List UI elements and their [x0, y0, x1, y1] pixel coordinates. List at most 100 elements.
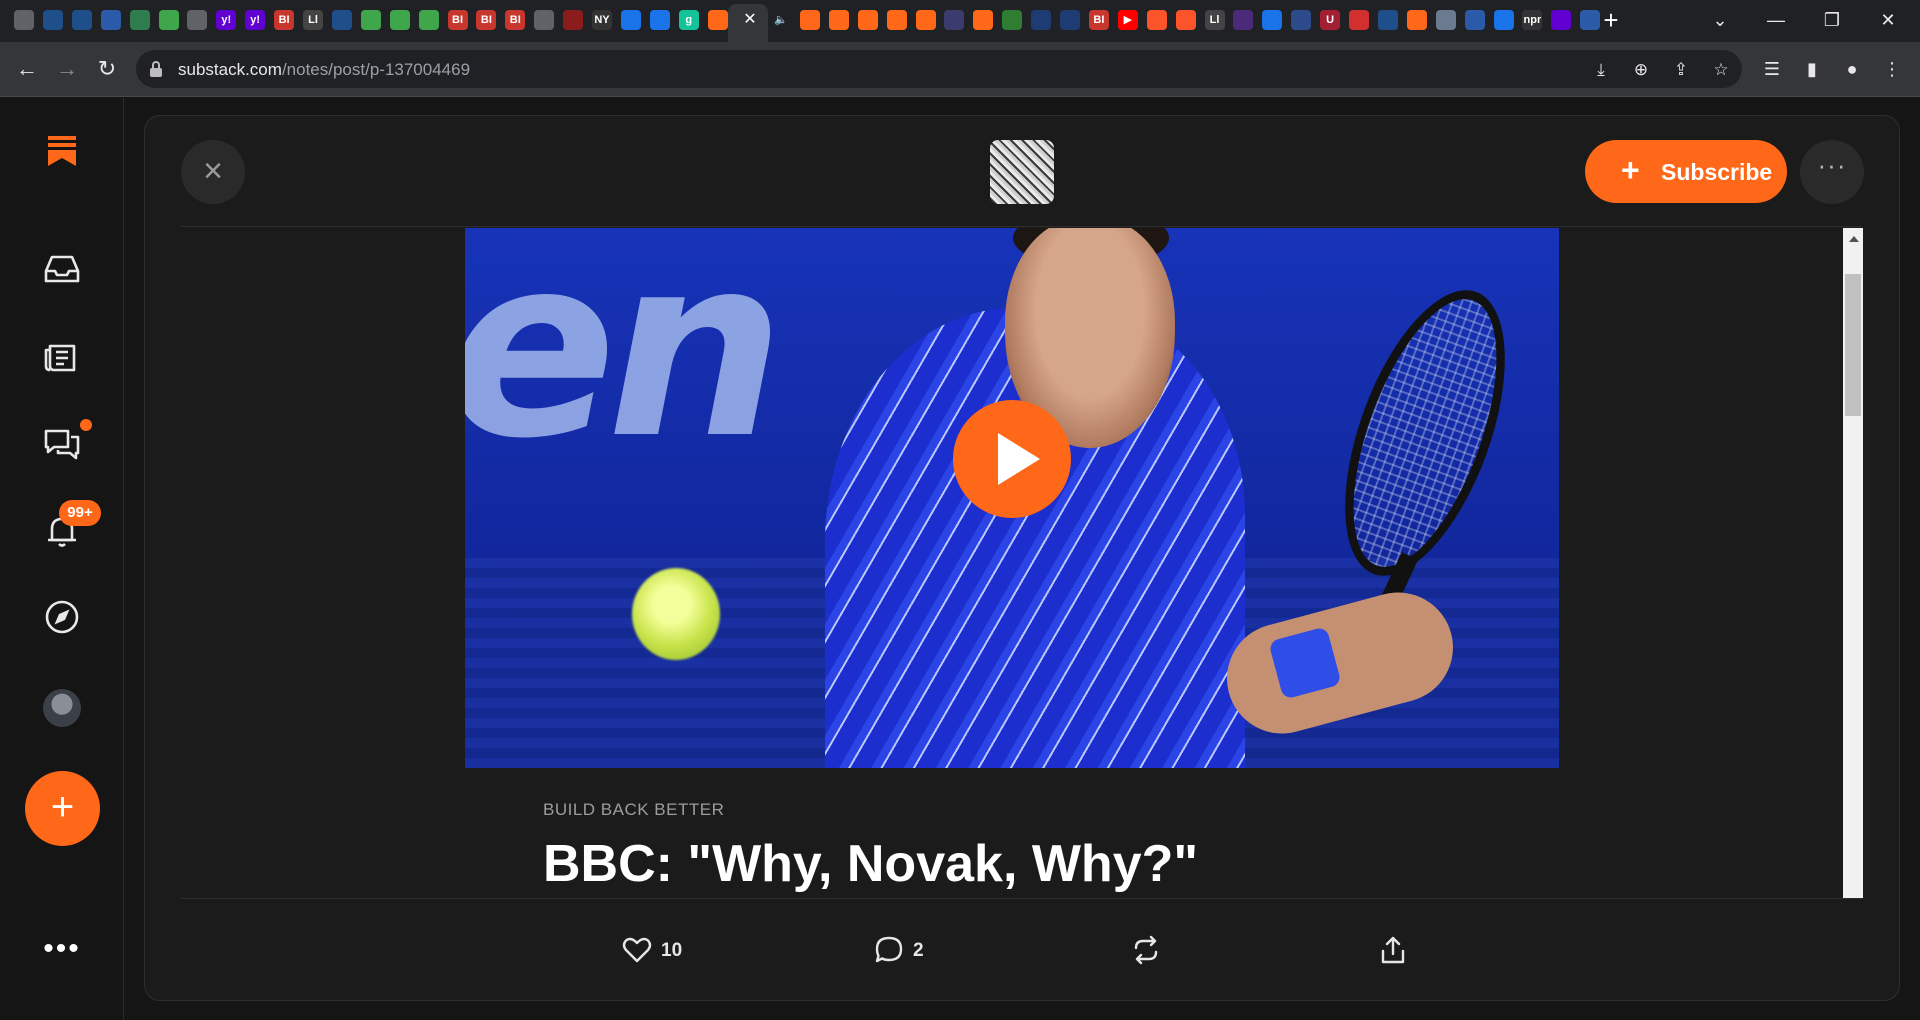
plus-icon: +: [1621, 152, 1640, 188]
substack-tab-icon[interactable]: [915, 10, 936, 30]
new-tab-button[interactable]: +: [1598, 7, 1624, 34]
post-title[interactable]: BBC: "Why, Novak, Why?": [543, 834, 1198, 894]
book-tab-icon[interactable]: U: [1320, 10, 1341, 30]
inbox-icon[interactable]: [40, 247, 84, 291]
audio-icon[interactable]: 🔈: [771, 10, 791, 30]
close-tab-icon[interactable]: ✕: [740, 10, 760, 30]
reader-icon[interactable]: [40, 334, 84, 378]
purple-tab-icon[interactable]: [1233, 10, 1254, 30]
url-text[interactable]: substack.com/notes/post/p-137004469: [178, 60, 470, 80]
mic-tab-icon[interactable]: [1349, 10, 1369, 30]
install-app-icon[interactable]: ⤓: [1590, 59, 1612, 81]
lock-icon[interactable]: [150, 61, 162, 77]
create-post-button[interactable]: +: [25, 771, 100, 846]
explore-compass-icon[interactable]: [40, 595, 84, 639]
bi-icon[interactable]: BI: [447, 10, 468, 30]
substack-tab-icon[interactable]: [799, 10, 820, 30]
substack-tab-icon[interactable]: [886, 10, 907, 30]
bi-icon[interactable]: BI: [476, 10, 497, 30]
browser-tabstrip: y! y! BI Ll BI BI BI NY g ✕ 🔈 BI ▶ Ll Unpr + ⌄ — ❐ ✕: [0, 0, 1920, 42]
share-icon[interactable]: ⇪: [1670, 59, 1692, 81]
yahoo-icon[interactable]: y!: [216, 10, 237, 30]
forward-button[interactable]: →: [52, 54, 82, 84]
bi-icon[interactable]: BI: [1088, 10, 1109, 30]
search-tab-icon[interactable]: [620, 10, 641, 30]
unread-dot: [80, 419, 92, 431]
shield-tab-icon[interactable]: [1377, 10, 1398, 30]
tennis-ball: [632, 568, 720, 660]
minimize-button[interactable]: —: [1756, 6, 1796, 34]
search-tab-icon[interactable]: [1262, 10, 1283, 30]
more-options-icon[interactable]: •••: [40, 934, 84, 964]
flag-tab-icon[interactable]: [944, 10, 965, 30]
racket-head: [1312, 269, 1538, 597]
bi-icon[interactable]: BI: [505, 10, 526, 30]
substack-tab-icon[interactable]: [707, 10, 728, 30]
document-tab-icon[interactable]: [100, 10, 121, 30]
play-tab-icon[interactable]: [418, 10, 439, 30]
restore-button[interactable]: ❐: [1812, 6, 1852, 34]
user-avatar[interactable]: [43, 689, 81, 727]
portrait-tab-icon[interactable]: [1435, 10, 1456, 30]
script-tab-icon[interactable]: Ll: [303, 10, 323, 30]
search-tab-icon[interactable]: [1493, 10, 1514, 30]
play-button[interactable]: [953, 400, 1071, 518]
reload-button[interactable]: ↻: [92, 54, 122, 84]
npr-tab-icon[interactable]: npr: [1522, 10, 1543, 30]
side-panel-icon[interactable]: ▮: [1798, 55, 1826, 83]
bookmark-star-icon[interactable]: ☆: [1710, 59, 1732, 81]
hex-tab-icon[interactable]: [1031, 10, 1052, 30]
chat-icon[interactable]: [40, 421, 84, 465]
zoom-icon[interactable]: ⊕: [1630, 59, 1652, 81]
shield-tab-icon[interactable]: [71, 10, 92, 30]
substack-tab-icon[interactable]: [828, 10, 849, 30]
publication-logo[interactable]: [990, 140, 1054, 204]
yahoo-icon[interactable]: [1551, 10, 1572, 30]
map-tab-icon[interactable]: [129, 10, 150, 30]
globe-icon[interactable]: [14, 10, 34, 30]
globe-icon[interactable]: [187, 10, 208, 30]
crest-tab-icon[interactable]: [1291, 10, 1312, 30]
post-menu-button[interactable]: ···: [1800, 140, 1864, 204]
comment-icon: [875, 936, 903, 963]
globe-icon[interactable]: [534, 10, 555, 30]
shield-tab-icon[interactable]: [331, 10, 352, 30]
close-post-button[interactable]: ×: [181, 140, 245, 204]
scroll-up-arrow-icon[interactable]: [1849, 236, 1859, 242]
news-tab-icon[interactable]: NY: [592, 10, 612, 30]
substack-tab-icon[interactable]: [1406, 10, 1427, 30]
address-bar[interactable]: substack.com/notes/post/p-137004469 ⤓ ⊕ …: [136, 50, 1742, 88]
notifications-badge: 99+: [59, 500, 101, 526]
back-button[interactable]: ←: [12, 54, 42, 84]
like-count: 10: [661, 940, 683, 961]
grammarly-icon[interactable]: g: [678, 10, 699, 30]
bi-icon[interactable]: BI: [274, 10, 295, 30]
profile-icon[interactable]: ●: [1838, 55, 1866, 83]
restack-icon: [1134, 935, 1158, 965]
reading-list-icon[interactable]: ☰: [1758, 55, 1786, 83]
yahoo-icon[interactable]: y!: [245, 10, 266, 30]
brave-tab-icon[interactable]: [1175, 10, 1196, 30]
window-close-button[interactable]: ✕: [1868, 6, 1908, 34]
seal-tab-icon[interactable]: [1002, 10, 1023, 30]
post-kicker[interactable]: BUILD BACK BETTER: [543, 800, 724, 820]
substack-tab-icon[interactable]: [973, 10, 994, 30]
brave-tab-icon[interactable]: [1146, 10, 1167, 30]
play-tab-icon[interactable]: [360, 10, 381, 30]
play-tab-icon[interactable]: [158, 10, 179, 30]
substack-tab-icon[interactable]: [857, 10, 878, 30]
play-tab-icon[interactable]: [389, 10, 410, 30]
substack-logo-icon[interactable]: [40, 128, 84, 172]
hex-tab-icon[interactable]: [1060, 10, 1080, 30]
browser-menu-icon[interactable]: ⋮: [1878, 55, 1906, 83]
tab-search-chevron-icon[interactable]: ⌄: [1700, 6, 1740, 34]
footer-divider: [181, 898, 1862, 899]
scrollbar-thumb[interactable]: [1845, 274, 1861, 416]
burst-tab-icon[interactable]: [563, 10, 584, 30]
script-tab-icon[interactable]: Ll: [1204, 10, 1225, 30]
search-tab-icon[interactable]: [649, 10, 670, 30]
shield-tab-icon[interactable]: [42, 10, 63, 30]
youtube-icon[interactable]: ▶: [1117, 10, 1138, 30]
document-tab-icon[interactable]: [1464, 10, 1485, 30]
subscribe-button[interactable]: + Subscribe: [1585, 140, 1787, 203]
